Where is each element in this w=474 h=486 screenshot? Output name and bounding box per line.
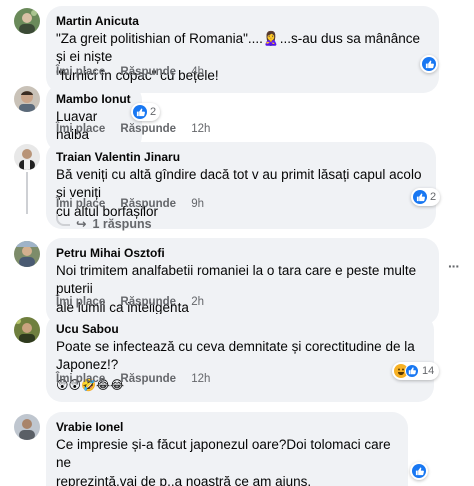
more-options-icon[interactable]: ··· xyxy=(448,258,460,274)
reply-button[interactable]: Răspunde xyxy=(120,296,176,308)
comment-text-line: "Za greit politishian of Romania"....🙎‍♀… xyxy=(56,31,421,64)
reaction-summary[interactable]: 2 xyxy=(411,188,441,206)
comment-timestamp[interactable]: 12h xyxy=(191,373,210,385)
comment-text-line: Bă veniți cu altă gîndire dacă tot v au … xyxy=(56,167,422,200)
like-button[interactable]: Îmi place xyxy=(56,373,105,385)
reply-button[interactable]: Răspunde xyxy=(120,66,176,78)
reply-button[interactable]: Răspunde xyxy=(120,198,176,210)
reply-button[interactable]: Răspunde xyxy=(120,373,176,385)
comment-author[interactable]: Vrabie Ionel xyxy=(56,419,398,435)
comment-author[interactable]: Petru Mihai Osztofi xyxy=(56,245,429,261)
comment-author[interactable]: Mambo Ionut xyxy=(56,91,132,107)
thread-line xyxy=(26,172,28,214)
reaction-count: 2 xyxy=(150,106,157,118)
avatar[interactable] xyxy=(14,144,40,170)
comment-text-line: Poate se infectează cu ceva demnitate și… xyxy=(56,339,415,372)
comment-author[interactable]: Ucu Sabou xyxy=(56,321,424,337)
reply-button[interactable]: Răspunde xyxy=(120,123,176,135)
avatar[interactable] xyxy=(14,414,40,440)
like-icon xyxy=(412,464,426,478)
like-button[interactable]: Îmi place xyxy=(56,66,105,78)
comment-text-line: Noi trimitem analfabetii romaniei la o t… xyxy=(56,263,417,296)
view-replies-link[interactable]: ↪ 1 răspuns xyxy=(56,213,152,231)
reply-connector xyxy=(56,213,70,226)
comment-actions: Îmi place Răspunde 9h xyxy=(56,198,204,210)
comment-bubble: Ucu Sabou Poate se infectează cu ceva de… xyxy=(46,314,434,402)
comment-actions: Îmi place Răspunde 4h xyxy=(56,66,204,78)
reaction-summary[interactable] xyxy=(420,55,438,73)
like-icon xyxy=(405,364,419,378)
comment-author[interactable]: Martin Anicuta xyxy=(56,13,429,29)
comment-timestamp[interactable]: 4h xyxy=(191,66,204,78)
replies-count-label: 1 răspuns xyxy=(92,216,152,231)
like-icon xyxy=(413,190,427,204)
comment-actions: Îmi place Răspunde 12h xyxy=(56,373,210,385)
comment-bubble: Martin Anicuta "Za greit politishian of … xyxy=(46,6,439,93)
comment-text-line: Ce impresie și-a făcut japonezul oare?Do… xyxy=(56,437,391,470)
comment-timestamp[interactable]: 2h xyxy=(191,296,204,308)
comment-timestamp[interactable]: 9h xyxy=(191,198,204,210)
reply-arrow-icon: ↪ xyxy=(76,217,87,231)
comment-actions: Îmi place Răspunde 12h xyxy=(56,123,210,135)
reaction-summary[interactable]: 2 xyxy=(131,103,161,121)
reaction-count: 14 xyxy=(422,365,435,377)
avatar[interactable] xyxy=(14,86,40,112)
avatar[interactable] xyxy=(14,8,40,34)
comment-actions: Îmi place Răspunde 2h xyxy=(56,296,204,308)
reaction-count: 2 xyxy=(430,191,437,203)
comment-text-line: reprezintă,vai de p..a noastră ce am aju… xyxy=(56,474,312,486)
reaction-summary[interactable] xyxy=(410,462,428,480)
comment-bubble: Vrabie Ionel Ce impresie și-a făcut japo… xyxy=(46,412,408,486)
avatar[interactable] xyxy=(14,317,40,343)
like-icon xyxy=(422,57,436,71)
like-button[interactable]: Îmi place xyxy=(56,198,105,210)
like-icon xyxy=(133,105,147,119)
like-button[interactable]: Îmi place xyxy=(56,123,105,135)
avatar[interactable] xyxy=(14,241,40,267)
reaction-summary[interactable]: 14 xyxy=(392,362,440,380)
like-button[interactable]: Îmi place xyxy=(56,296,105,308)
comment-author[interactable]: Traian Valentin Jinaru xyxy=(56,149,426,165)
comment-bubble: Petru Mihai Osztofi Noi trimitem analfab… xyxy=(46,238,439,325)
comment-timestamp[interactable]: 12h xyxy=(191,123,210,135)
